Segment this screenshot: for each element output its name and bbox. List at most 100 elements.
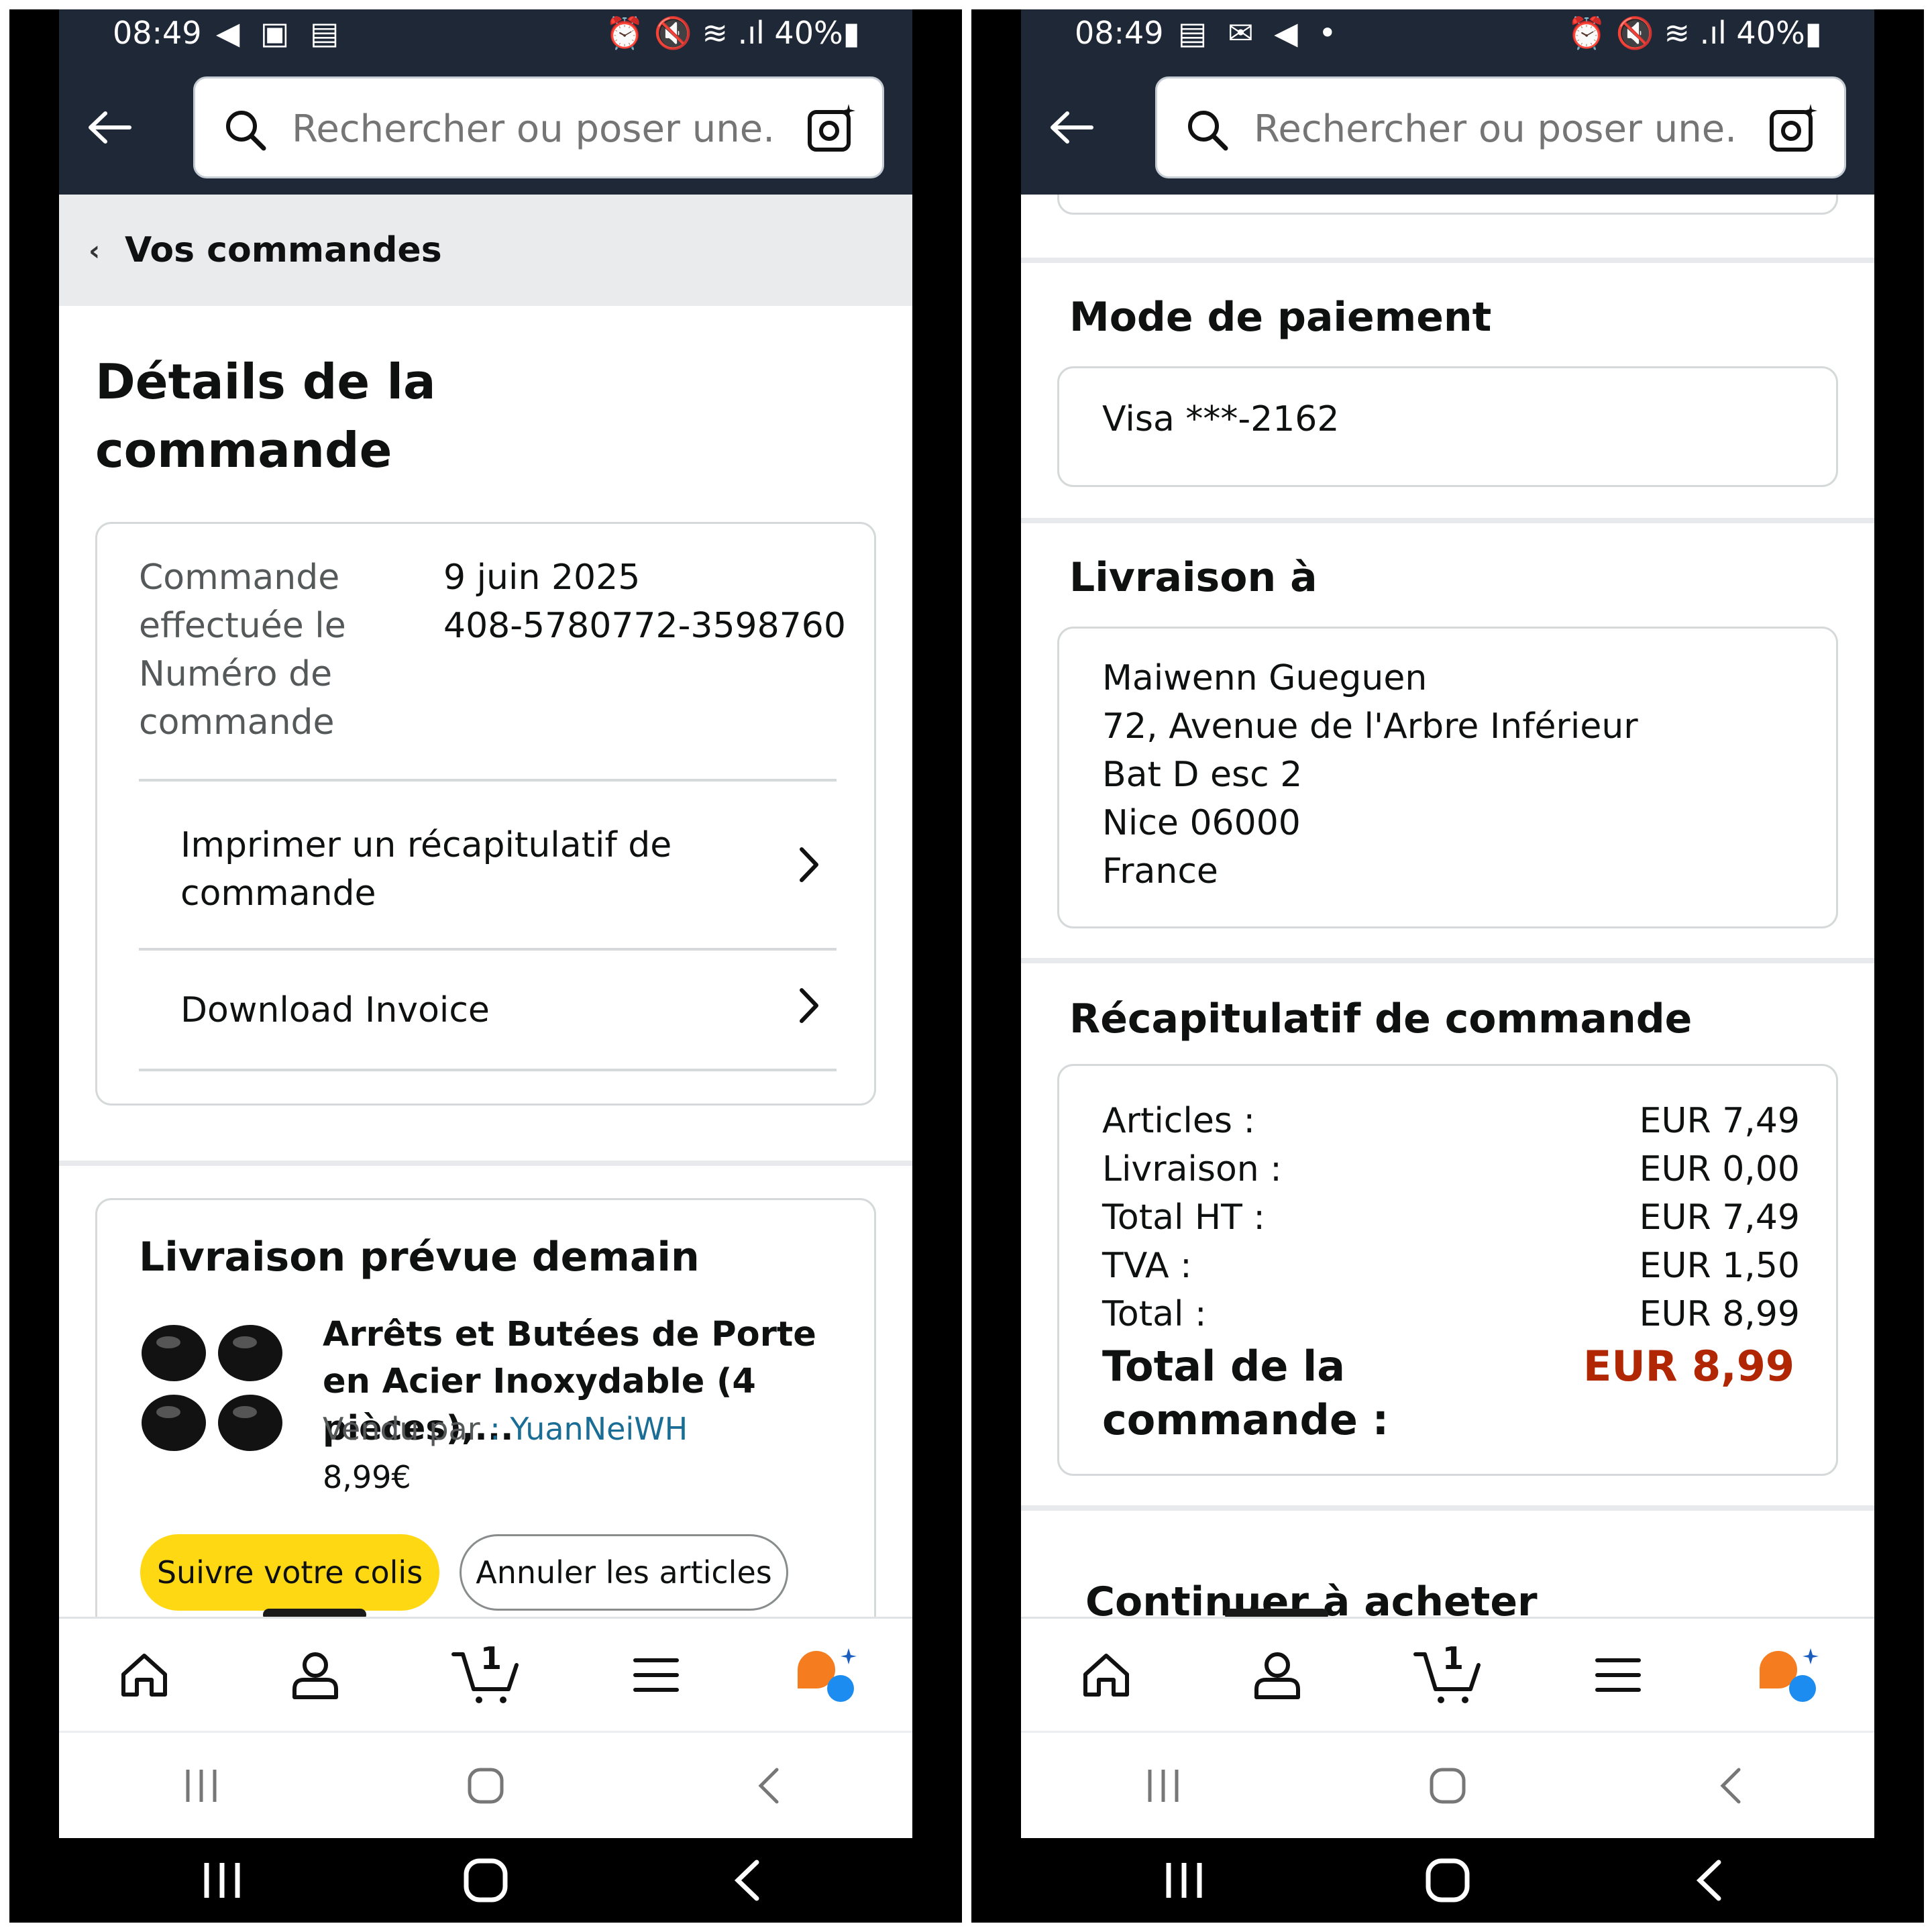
summary-value: EUR 0,00 bbox=[1639, 1149, 1800, 1189]
back-chevron-icon[interactable] bbox=[737, 1752, 804, 1819]
rufus-icon[interactable] bbox=[1749, 1635, 1829, 1715]
download-invoice-link[interactable]: Download Invoice bbox=[180, 953, 837, 1067]
search-icon[interactable] bbox=[223, 108, 268, 155]
back-chevron-icon[interactable] bbox=[1699, 1752, 1766, 1819]
section-divider bbox=[1021, 518, 1874, 523]
menu-icon[interactable] bbox=[616, 1635, 696, 1715]
address-line2: Bat D esc 2 bbox=[1102, 755, 1303, 795]
bottom-nav: 1 bbox=[59, 1617, 912, 1731]
cart-icon[interactable]: 1 bbox=[445, 1635, 526, 1715]
order-number-value: 408-5780772-3598760 bbox=[443, 606, 846, 646]
sold-by-label: Vendu par bbox=[323, 1411, 480, 1447]
summary-row: Livraison : EUR 0,00 bbox=[1102, 1145, 1800, 1193]
summary-row: TVA : EUR 1,50 bbox=[1102, 1242, 1800, 1290]
recents-icon[interactable] bbox=[1150, 1847, 1218, 1914]
address-country: France bbox=[1102, 851, 1218, 892]
divider bbox=[139, 779, 837, 782]
search-input[interactable] bbox=[1254, 105, 1737, 152]
payment-card: Visa ***-2162 bbox=[1057, 366, 1838, 487]
search-bar[interactable] bbox=[1155, 76, 1846, 178]
outer-system-nav bbox=[971, 1838, 1924, 1923]
app-header: 08:49 ▤ ✉ ◀ • ⏰ 🔇 ≋ .ıl 40%▮ bbox=[1021, 9, 1874, 195]
cart-count: 1 bbox=[480, 1640, 502, 1676]
back-chevron-icon[interactable] bbox=[716, 1847, 783, 1914]
product-image[interactable] bbox=[140, 1320, 286, 1458]
summary-value: EUR 1,50 bbox=[1639, 1246, 1800, 1286]
seller-link[interactable]: : YuanNeiWH bbox=[490, 1411, 688, 1447]
status-system-icons: ⏰ 🔇 ≋ .ıl 40%▮ bbox=[605, 15, 860, 51]
home-circle-icon[interactable] bbox=[452, 1752, 519, 1819]
status-notification-icons: ◀ ▣ ▤ bbox=[216, 15, 345, 51]
search-input[interactable] bbox=[292, 105, 775, 152]
summary-row: Total HT : EUR 7,49 bbox=[1102, 1193, 1800, 1242]
print-summary-link[interactable]: Imprimer un récapitulatif de commande bbox=[180, 792, 837, 947]
order-date-label: Commande effectuée le bbox=[139, 557, 346, 646]
inner-system-nav bbox=[1021, 1731, 1874, 1838]
right-screen: 08:49 ▤ ✉ ◀ • ⏰ 🔇 ≋ .ıl 40%▮ Rechercher … bbox=[1021, 9, 1874, 1838]
download-invoice-label: Download Invoice bbox=[180, 990, 490, 1030]
rufus-icon[interactable] bbox=[787, 1635, 867, 1715]
delivery-card: Livraison prévue demain Arrêts et Butées… bbox=[95, 1198, 876, 1617]
order-number-label: Numéro de commande bbox=[139, 654, 335, 743]
previous-card-edge bbox=[1057, 195, 1838, 215]
divider bbox=[139, 1069, 837, 1071]
print-summary-label: Imprimer un récapitulatif de commande bbox=[180, 825, 672, 914]
chevron-right-icon bbox=[799, 987, 819, 1034]
section-divider bbox=[1021, 258, 1874, 263]
summary-label: Livraison : bbox=[1102, 1149, 1282, 1189]
cancel-items-button[interactable]: Annuler les articles bbox=[460, 1534, 788, 1611]
track-package-button[interactable]: Suivre votre colis bbox=[140, 1534, 439, 1611]
search-bar[interactable] bbox=[193, 76, 884, 178]
summary-label: Total : bbox=[1102, 1294, 1207, 1334]
recents-icon[interactable] bbox=[1130, 1752, 1197, 1819]
grand-total-label: Total de la commande : bbox=[1102, 1342, 1389, 1444]
summary-label: Total HT : bbox=[1102, 1197, 1265, 1238]
recipient-name: Maiwenn Gueguen bbox=[1102, 658, 1428, 698]
address-block: Maiwenn Gueguen 72, Avenue de l'Arbre In… bbox=[1102, 654, 1638, 896]
home-circle-icon[interactable] bbox=[452, 1847, 519, 1914]
divider bbox=[139, 948, 837, 951]
camera-search-icon[interactable] bbox=[807, 103, 857, 156]
summary-row: Articles : EUR 7,49 bbox=[1102, 1097, 1800, 1145]
status-bar: 08:49 ▤ ✉ ◀ • ⏰ 🔇 ≋ .ıl 40%▮ bbox=[1021, 9, 1874, 66]
cart-count: 1 bbox=[1442, 1640, 1464, 1676]
section-divider bbox=[59, 1161, 912, 1166]
summary-value: EUR 8,99 bbox=[1639, 1294, 1800, 1334]
bottom-nav: 1 bbox=[1021, 1617, 1874, 1731]
shipping-address-card: Maiwenn Gueguen 72, Avenue de l'Arbre In… bbox=[1057, 627, 1838, 928]
outer-system-nav bbox=[9, 1838, 962, 1923]
order-date-value: 9 juin 2025 bbox=[443, 557, 641, 598]
back-arrow-icon[interactable] bbox=[83, 102, 134, 153]
menu-icon[interactable] bbox=[1578, 1635, 1658, 1715]
recents-icon[interactable] bbox=[168, 1752, 235, 1819]
back-arrow-icon[interactable] bbox=[1045, 102, 1096, 153]
left-phone: 08:49 ◀ ▣ ▤ ⏰ 🔇 ≋ .ıl 40%▮ Rechercher ou… bbox=[9, 9, 962, 1923]
chevron-left-icon: ‹ bbox=[89, 233, 101, 267]
camera-search-icon[interactable] bbox=[1769, 103, 1819, 156]
cart-icon[interactable]: 1 bbox=[1407, 1635, 1488, 1715]
app-header: 08:49 ◀ ▣ ▤ ⏰ 🔇 ≋ .ıl 40%▮ bbox=[59, 9, 912, 195]
summary-value: EUR 7,49 bbox=[1639, 1101, 1800, 1141]
right-phone: 08:49 ▤ ✉ ◀ • ⏰ 🔇 ≋ .ıl 40%▮ Rechercher … bbox=[971, 9, 1924, 1923]
inner-system-nav bbox=[59, 1731, 912, 1838]
summary-value: EUR 7,49 bbox=[1639, 1197, 1800, 1238]
search-icon[interactable] bbox=[1185, 108, 1230, 155]
recents-icon[interactable] bbox=[189, 1847, 256, 1914]
status-time: 08:49 bbox=[1075, 15, 1164, 51]
account-icon[interactable] bbox=[1237, 1635, 1318, 1715]
back-chevron-icon[interactable] bbox=[1678, 1847, 1745, 1914]
breadcrumb[interactable]: ‹ Vos commandes bbox=[59, 195, 912, 306]
account-icon[interactable] bbox=[275, 1635, 356, 1715]
breadcrumb-label[interactable]: Vos commandes bbox=[125, 230, 442, 270]
summary-label: Articles : bbox=[1102, 1101, 1255, 1141]
home-circle-icon[interactable] bbox=[1414, 1847, 1481, 1914]
home-icon[interactable] bbox=[104, 1635, 184, 1715]
summary-label: TVA : bbox=[1102, 1246, 1192, 1286]
home-icon[interactable] bbox=[1066, 1635, 1146, 1715]
payment-method: Visa ***-2162 bbox=[1102, 399, 1340, 439]
payment-title: Mode de paiement bbox=[1069, 294, 1492, 341]
status-system-icons: ⏰ 🔇 ≋ .ıl 40%▮ bbox=[1567, 15, 1822, 51]
section-divider bbox=[1021, 958, 1874, 963]
home-circle-icon[interactable] bbox=[1414, 1752, 1481, 1819]
grand-total-value: EUR 8,99 bbox=[1583, 1342, 1794, 1391]
